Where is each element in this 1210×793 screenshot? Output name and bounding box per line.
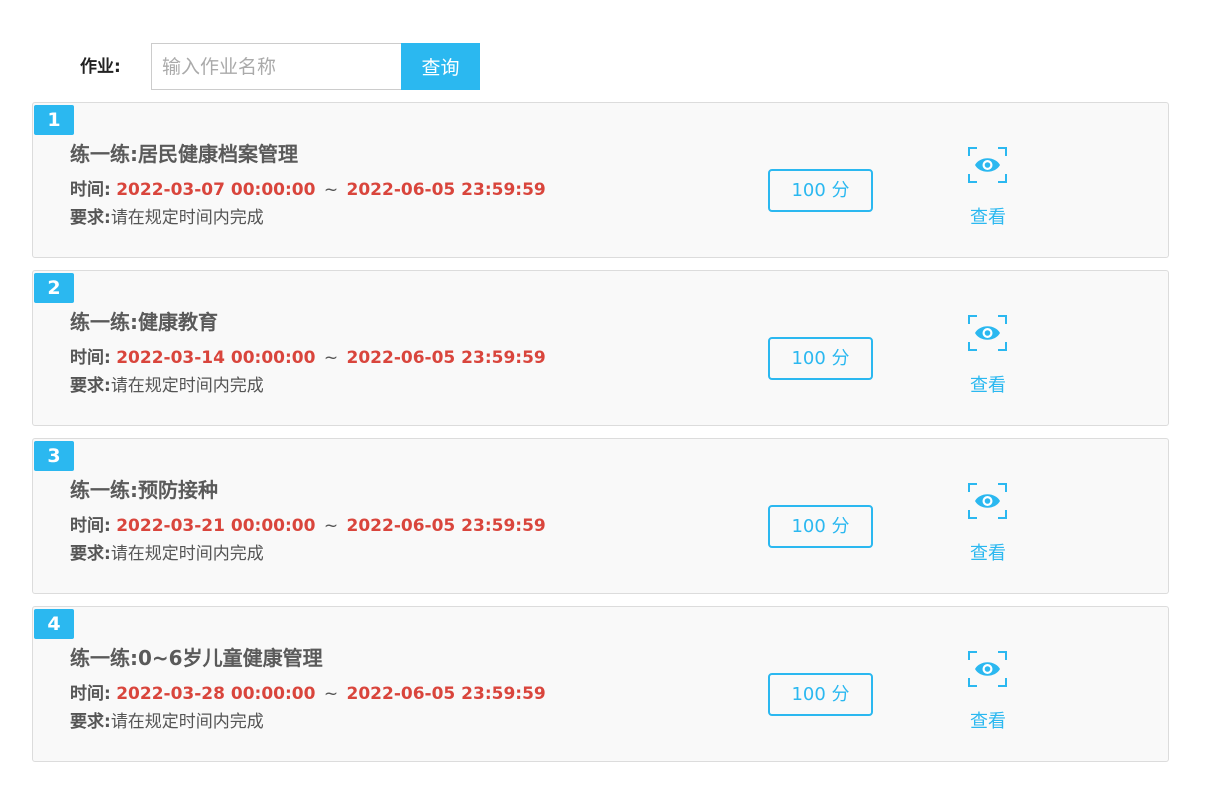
assignment-time: 时间: 2022-03-21 00:00:00 ~ 2022-06-05 23:… (70, 515, 546, 537)
score-badge: 100 分 (768, 337, 873, 380)
assignment-card: 1 练一练:居民健康档案管理 时间: 2022-03-07 00:00:00 ~… (32, 102, 1169, 258)
search-label: 作业: (80, 57, 121, 77)
assignment-card: 2 练一练:健康教育 时间: 2022-03-14 00:00:00 ~ 202… (32, 270, 1169, 426)
assignment-title: 练一练:预防接种 (70, 478, 218, 502)
assignment-title: 练一练:健康教育 (70, 310, 218, 334)
search-button[interactable]: 查询 (401, 43, 480, 90)
time-separator: ~ (323, 684, 339, 704)
assignment-requirement: 要求:请在规定时间内完成 (70, 711, 264, 733)
score-badge: 100 分 (768, 505, 873, 548)
eye-icon[interactable] (968, 147, 1007, 183)
view-link[interactable]: 查看 (958, 207, 1018, 229)
requirement-text: 请在规定时间内完成 (110, 712, 264, 732)
assignment-list: 1 练一练:居民健康档案管理 时间: 2022-03-07 00:00:00 ~… (32, 102, 1169, 774)
view-link[interactable]: 查看 (958, 711, 1018, 733)
eye-icon[interactable] (968, 483, 1007, 519)
time-label: 时间: (70, 684, 111, 704)
start-time: 2022-03-21 00:00:00 (116, 516, 316, 536)
card-index-badge: 1 (34, 105, 74, 135)
requirement-label: 要求: (70, 544, 111, 564)
assignment-title: 练一练:0~6岁儿童健康管理 (70, 646, 323, 670)
card-index-badge: 4 (34, 609, 74, 639)
time-label: 时间: (70, 516, 111, 536)
search-input[interactable] (151, 43, 401, 90)
assignment-requirement: 要求:请在规定时间内完成 (70, 207, 264, 229)
view-link[interactable]: 查看 (958, 543, 1018, 565)
end-time: 2022-06-05 23:59:59 (346, 516, 546, 536)
assignment-card: 3 练一练:预防接种 时间: 2022-03-21 00:00:00 ~ 202… (32, 438, 1169, 594)
score-badge: 100 分 (768, 673, 873, 716)
search-bar: 作业: 查询 (0, 43, 600, 90)
assignment-title: 练一练:居民健康档案管理 (70, 142, 298, 166)
time-separator: ~ (323, 180, 339, 200)
time-separator: ~ (323, 348, 339, 368)
end-time: 2022-06-05 23:59:59 (346, 684, 546, 704)
start-time: 2022-03-07 00:00:00 (116, 180, 316, 200)
eye-icon[interactable] (968, 315, 1007, 351)
requirement-label: 要求: (70, 376, 111, 396)
time-label: 时间: (70, 348, 111, 368)
requirement-text: 请在规定时间内完成 (110, 544, 264, 564)
eye-icon[interactable] (968, 651, 1007, 687)
end-time: 2022-06-05 23:59:59 (346, 180, 546, 200)
start-time: 2022-03-28 00:00:00 (116, 684, 316, 704)
requirement-label: 要求: (70, 712, 111, 732)
assignment-time: 时间: 2022-03-28 00:00:00 ~ 2022-06-05 23:… (70, 683, 546, 705)
assignment-time: 时间: 2022-03-14 00:00:00 ~ 2022-06-05 23:… (70, 347, 546, 369)
view-link[interactable]: 查看 (958, 375, 1018, 397)
card-index-badge: 3 (34, 441, 74, 471)
requirement-label: 要求: (70, 208, 111, 228)
assignment-time: 时间: 2022-03-07 00:00:00 ~ 2022-06-05 23:… (70, 179, 546, 201)
end-time: 2022-06-05 23:59:59 (346, 348, 546, 368)
assignment-requirement: 要求:请在规定时间内完成 (70, 543, 264, 565)
time-label: 时间: (70, 180, 111, 200)
assignment-requirement: 要求:请在规定时间内完成 (70, 375, 264, 397)
card-index-badge: 2 (34, 273, 74, 303)
requirement-text: 请在规定时间内完成 (110, 376, 264, 396)
time-separator: ~ (323, 516, 339, 536)
requirement-text: 请在规定时间内完成 (110, 208, 264, 228)
score-badge: 100 分 (768, 169, 873, 212)
assignment-card: 4 练一练:0~6岁儿童健康管理 时间: 2022-03-28 00:00:00… (32, 606, 1169, 762)
start-time: 2022-03-14 00:00:00 (116, 348, 316, 368)
